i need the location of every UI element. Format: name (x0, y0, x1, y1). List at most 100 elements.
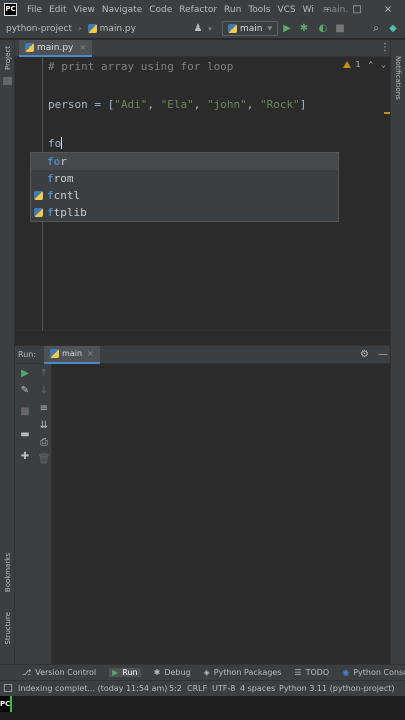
code-string: "john" (206, 98, 247, 111)
python-packages-tool-button[interactable]: ◈ Python Packages (204, 668, 282, 677)
version-control-tool-button[interactable]: ⎇ Version Control (22, 668, 96, 677)
menu-edit[interactable]: Edit (49, 5, 66, 15)
breadcrumb-project[interactable]: python-project (6, 24, 72, 34)
python-config-icon (228, 24, 237, 33)
search-icon[interactable]: ⌕ (369, 22, 383, 36)
completion-rest: rom (53, 172, 74, 185)
run-tab-main[interactable]: main × (44, 345, 100, 364)
layout-icon[interactable]: ▬ (18, 428, 32, 442)
completion-popup: for from fcntl ftplib (30, 152, 339, 222)
taskbar-app-icon[interactable]: PC (0, 696, 12, 712)
warning-icon (342, 61, 351, 68)
indent-setting[interactable]: 4 spaces (240, 684, 275, 693)
completion-item-fcntl[interactable]: fcntl (31, 187, 338, 204)
line-separator[interactable]: CRLF (187, 684, 207, 693)
hide-panel-icon[interactable]: — (378, 349, 388, 360)
editor-tab-bar: main.py × ⋮ (15, 40, 390, 57)
settings-logo-icon[interactable]: ◆ (386, 22, 400, 36)
project-tool-button[interactable]: Project (4, 46, 12, 70)
status-message[interactable]: Indexing complet... (today 11:54 am) (18, 684, 167, 693)
bottom-tool-bar: ⎇ Version Control ▶ Run ✱ Debug ◈ Python Pac… (0, 664, 405, 680)
stop-icon[interactable]: ■ (333, 22, 347, 36)
toggle-tool-windows-icon[interactable] (4, 684, 12, 692)
menu-refactor[interactable]: Refactor (179, 5, 217, 15)
scroll-to-end-icon[interactable]: ⇊ (37, 419, 51, 433)
close-icon[interactable]: × (79, 43, 86, 52)
user-dropdown-icon[interactable]: ▾ (203, 22, 217, 36)
error-stripe-marker[interactable] (384, 112, 390, 114)
completion-item-from[interactable]: from (31, 170, 338, 187)
inspection-widget[interactable]: 1 ⌃ ⌄ (342, 60, 386, 69)
debug-tool-button[interactable]: ✱ Debug (154, 668, 191, 677)
rerun-icon[interactable]: ▶ (18, 367, 32, 381)
python-console-tool-button[interactable]: ◉Python Console (342, 668, 405, 677)
soft-wrap-icon[interactable]: ≡ (37, 402, 51, 416)
structure-tool-button[interactable]: Structure (4, 612, 12, 645)
menu-run[interactable]: Run (224, 5, 241, 15)
bookmarks-tool-button[interactable]: Bookmarks (4, 553, 12, 592)
completion-item-for[interactable]: for (31, 153, 338, 170)
code-token: ] (299, 98, 307, 111)
stop-icon[interactable]: ■ (18, 405, 32, 419)
wrench-icon[interactable]: ✎ (18, 384, 32, 398)
completion-rest: cntl (53, 189, 81, 202)
tool-label: Run (122, 668, 138, 677)
console-icon: ◉ (342, 668, 350, 677)
warning-indicator[interactable]: 1 (342, 60, 360, 69)
minimize-button[interactable]: – (312, 0, 342, 19)
python-file-icon (25, 43, 34, 52)
menu-code[interactable]: Code (149, 5, 172, 15)
previous-highlight-button[interactable]: ⌃ (368, 60, 373, 69)
coverage-icon[interactable]: ◐ (316, 22, 330, 36)
tool-label: Debug (164, 668, 191, 677)
code-string: "Adi" (114, 98, 148, 111)
file-encoding[interactable]: UTF-8 (212, 684, 235, 693)
more-tabs-icon[interactable]: ⋮ (380, 42, 390, 53)
python-file-icon (87, 24, 97, 33)
tool-label: Python Console (353, 668, 405, 677)
menu-vcs[interactable]: VCS (277, 5, 295, 15)
print-icon[interactable]: ⎙ (37, 436, 51, 450)
run-configuration-select[interactable]: main ▾ (222, 21, 279, 36)
tab-main-py[interactable]: main.py × (19, 40, 93, 57)
completion-item-ftplib[interactable]: ftplib (31, 204, 338, 221)
run-console-output[interactable] (52, 364, 390, 664)
close-icon[interactable]: × (87, 349, 94, 358)
version-control-icon: ⎇ (22, 668, 32, 677)
pin-icon[interactable]: ✚ (18, 450, 32, 464)
python-config-icon (50, 349, 60, 358)
panel-splitter[interactable] (15, 330, 390, 346)
menu-file[interactable]: File (27, 5, 42, 15)
notifications-tool-button[interactable]: Notifications (394, 56, 402, 100)
packages-icon: ◈ (203, 668, 210, 677)
debug-icon[interactable]: ✱ (297, 22, 311, 36)
caret-position[interactable]: 5:2 (169, 684, 182, 693)
python-interpreter[interactable]: Python 3.11 (python-project) (279, 684, 395, 693)
close-window-button[interactable]: × (373, 0, 403, 19)
menu-tools[interactable]: Tools (248, 5, 270, 15)
app-logo[interactable]: PC (4, 3, 17, 16)
gear-icon[interactable]: ⚙ (360, 349, 369, 360)
code-line-1: # print array using for loop (48, 60, 234, 73)
python-module-icon (34, 191, 43, 200)
trash-icon[interactable]: 🗑 (37, 453, 51, 467)
run-tool-button[interactable]: ▶ Run (109, 668, 141, 677)
folder-icon[interactable] (3, 77, 12, 85)
maximize-button[interactable]: □ (342, 0, 372, 19)
run-icon[interactable]: ▶ (280, 22, 294, 36)
arrow-up-icon[interactable]: ↑ (37, 367, 51, 381)
breadcrumb-file[interactable]: main.py (100, 24, 136, 34)
completion-match: fo (47, 155, 61, 168)
run-configuration-label: main (240, 23, 263, 34)
todo-tool-button[interactable]: ☰ TODO (294, 668, 329, 677)
next-highlight-button[interactable]: ⌄ (381, 60, 386, 69)
menu-navigate[interactable]: Navigate (102, 5, 142, 15)
todo-icon: ☰ (294, 668, 302, 677)
code-token: person = [ (48, 98, 115, 111)
completion-rest: tplib (53, 206, 87, 219)
completion-match: f (47, 172, 54, 185)
menu-view[interactable]: View (74, 5, 95, 15)
run-tab-label: main (62, 349, 83, 358)
left-tool-strip: Project Bookmarks Structure (0, 40, 15, 664)
arrow-down-icon[interactable]: ↓ (37, 384, 51, 398)
